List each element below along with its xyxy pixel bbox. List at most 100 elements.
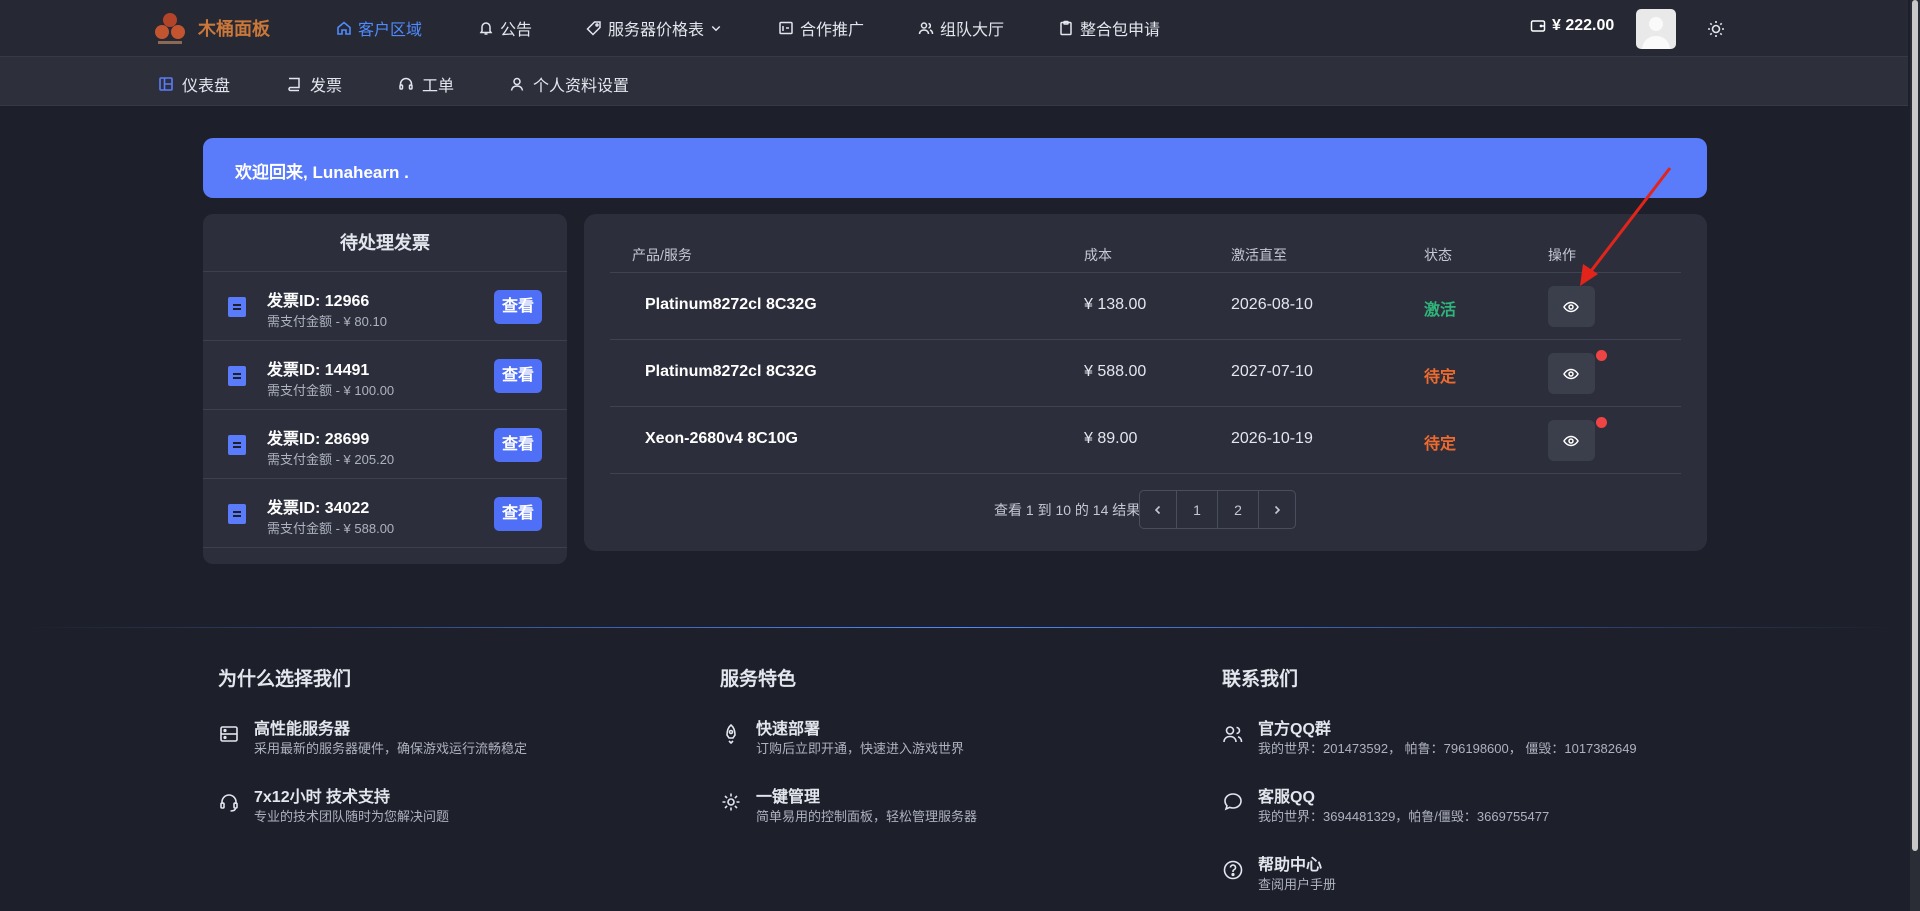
nav-announcements-label: 公告: [500, 22, 533, 39]
users-icon: [1223, 726, 1243, 743]
brand-logo[interactable]: 木桶面板: [150, 8, 270, 48]
pending-invoices-title: 待处理发票: [203, 214, 567, 272]
nav-affiliate[interactable]: 合作推广: [778, 16, 864, 40]
sun-icon: [1708, 21, 1724, 37]
service-cost: ¥ 138.00: [1084, 296, 1147, 313]
brand-name: 木桶面板: [198, 19, 270, 39]
page-1-button[interactable]: 1: [1177, 491, 1218, 528]
chevron-right-icon: [1274, 505, 1281, 514]
service-name[interactable]: Platinum8272cl 8C32G: [645, 363, 817, 381]
document-icon: [228, 366, 246, 386]
eye-icon: [1563, 435, 1579, 447]
footer-item-support-qq: 客服QQ 我的世界：3694481329，帕鲁/僵毁：3669755477: [1222, 783, 1702, 827]
view-invoice-button[interactable]: 查看: [494, 497, 542, 531]
service-name[interactable]: Platinum8272cl 8C32G: [645, 296, 817, 314]
service-active-until: 2026-08-10: [1231, 296, 1313, 313]
nav-client-area-label: 客户区域: [358, 22, 423, 39]
nav-announcements[interactable]: 公告: [478, 16, 532, 40]
affiliate-icon: [779, 21, 793, 35]
nav-modpack-request-label: 整合包申请: [1080, 22, 1161, 39]
next-page-button[interactable]: [1259, 491, 1295, 528]
view-service-button[interactable]: [1548, 286, 1595, 327]
subnav-profile-settings-label: 个人资料设置: [533, 78, 630, 95]
view-invoice-button[interactable]: 查看: [494, 359, 542, 393]
footer-divider: [20, 627, 1900, 628]
page-scrollbar[interactable]: [1910, 0, 1920, 911]
view-invoice-button[interactable]: 查看: [494, 428, 542, 462]
dashboard-icon: [159, 77, 173, 91]
users-icon: [918, 22, 934, 35]
service-status: 待定: [1424, 436, 1457, 453]
user-avatar[interactable]: [1636, 9, 1676, 49]
footer-item-desc: 我的世界：3694481329，帕鲁/僵毁：3669755477: [1258, 809, 1550, 824]
subnav-invoices[interactable]: 发票: [286, 72, 342, 96]
service-cost: ¥ 89.00: [1084, 430, 1138, 447]
document-icon: [228, 297, 246, 317]
user-icon: [510, 77, 524, 91]
nav-server-pricing-label: 服务器价格表: [608, 22, 705, 39]
invoice-row: 发票ID: 14491 需支付金额 - ¥ 100.00 查看: [203, 341, 567, 410]
footer-item-desc: 简单易用的控制面板，轻松管理服务器: [756, 809, 978, 824]
nav-client-area[interactable]: 客户区域: [336, 16, 422, 40]
view-service-button[interactable]: [1548, 420, 1595, 461]
column-header-cost: 成本: [1084, 247, 1112, 263]
wallet-icon: [1530, 20, 1546, 32]
pagination: 1 2: [1139, 490, 1296, 529]
nav-modpack-request[interactable]: 整合包申请: [1058, 16, 1160, 40]
subnav-invoices-label: 发票: [310, 78, 343, 95]
chevron-left-icon: [1154, 505, 1161, 514]
invoice-amount: 需支付金额 - ¥ 588.00: [267, 521, 395, 536]
footer-item-help-center[interactable]: 帮助中心 查阅用户手册: [1222, 851, 1702, 895]
invoice-id: 发票ID: 28699: [267, 431, 370, 448]
footer-item-desc: 订购后立即开通，快速进入游戏世界: [756, 741, 965, 756]
footer-item-title[interactable]: 客服QQ: [1258, 783, 1315, 807]
tag-icon: [586, 21, 601, 36]
chat-icon: [1224, 793, 1242, 811]
table-divider: [610, 406, 1681, 407]
footer-item-title: 高性能服务器: [254, 721, 351, 738]
service-active-until: 2026-10-19: [1231, 430, 1313, 447]
scrollbar-thumb[interactable]: [1912, 0, 1918, 851]
footer-item-title: 7x12小时 技术支持: [254, 789, 391, 806]
footer-item-fast-deploy: 快速部署 订购后立即开通，快速进入游戏世界: [720, 715, 1100, 759]
view-service-button[interactable]: [1548, 353, 1595, 394]
eye-icon: [1563, 301, 1579, 313]
pending-invoices-card: 待处理发票 发票ID: 12966 需支付金额 - ¥ 80.10 查看 发票I…: [203, 214, 567, 564]
footer-item-title: 帮助中心: [1258, 857, 1323, 874]
footer-item-high-performance: 高性能服务器 采用最新的服务器硬件，确保游戏运行流畅稳定: [218, 715, 598, 759]
pagination-summary: 查看 1 到 10 的 14 结果: [994, 502, 1141, 518]
chevron-down-icon: [711, 25, 721, 32]
rocket-icon: [726, 723, 736, 745]
nav-server-pricing[interactable]: 服务器价格表: [586, 16, 722, 40]
subnav-tickets[interactable]: 工单: [398, 72, 454, 96]
view-invoice-button[interactable]: 查看: [494, 290, 542, 324]
subnav-profile-settings[interactable]: 个人资料设置: [509, 72, 629, 96]
help-icon: [1223, 860, 1243, 880]
invoice-row: 发票ID: 34022 需支付金额 - ¥ 588.00 查看: [203, 479, 567, 548]
prev-page-button[interactable]: [1140, 491, 1177, 528]
subnav-tickets-label: 工单: [422, 78, 455, 95]
footer-item-title[interactable]: 官方QQ群: [1258, 715, 1331, 739]
invoice-id: 发票ID: 34022: [267, 500, 370, 517]
footer-item-title: 快速部署: [756, 721, 821, 738]
nav-team-lobby[interactable]: 组队大厅: [918, 16, 1004, 40]
page-2-button[interactable]: 2: [1218, 491, 1259, 528]
subnav-dashboard[interactable]: 仪表盘: [158, 72, 230, 96]
service-status: 待定: [1424, 369, 1457, 386]
theme-toggle-button[interactable]: [1706, 19, 1726, 39]
service-name[interactable]: Xeon-2680v4 8C10G: [645, 430, 798, 448]
account-balance[interactable]: ¥ 222.00: [1530, 17, 1614, 35]
secondary-navbar: 仪表盘 发票 工单 个人资料设置: [0, 57, 1908, 106]
home-icon: [337, 21, 351, 35]
gear-icon: [722, 793, 740, 811]
eye-icon: [1563, 368, 1579, 380]
footer-heading-contact: 联系我们: [1222, 669, 1299, 690]
footer-heading-features: 服务特色: [720, 669, 797, 690]
footer-item-desc: 采用最新的服务器硬件，确保游戏运行流畅稳定: [254, 741, 528, 756]
document-icon: [228, 435, 246, 455]
footer-item-one-click: 一键管理 简单易用的控制面板，轻松管理服务器: [720, 783, 1100, 827]
headset-icon: [399, 77, 413, 90]
footer-item-desc: 专业的技术团队随时为您解决问题: [254, 809, 450, 824]
footer-item-desc: 查阅用户手册: [1258, 877, 1337, 892]
column-header-product: 产品/服务: [632, 247, 692, 263]
